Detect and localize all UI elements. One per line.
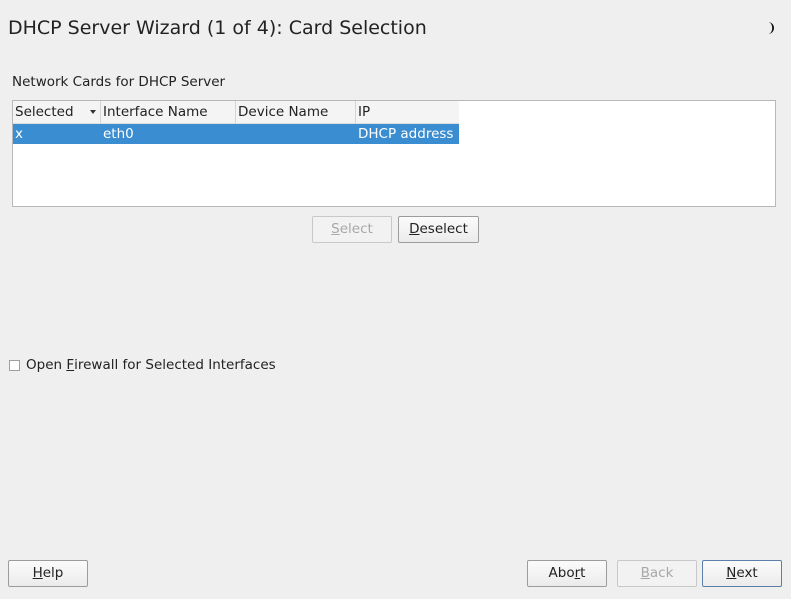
- select-button[interactable]: Select: [312, 216, 392, 243]
- button-label-post: elect: [339, 221, 373, 237]
- button-mnemonic: B: [640, 565, 650, 581]
- network-cards-label: Network Cards for DHCP Server: [12, 74, 226, 90]
- abort-button[interactable]: Abort: [527, 560, 607, 587]
- next-button[interactable]: Next: [702, 560, 782, 587]
- moon-logo-icon: [768, 22, 774, 34]
- button-label-pre: Abo: [548, 565, 575, 581]
- button-mnemonic: H: [32, 565, 43, 581]
- column-header-label: Interface Name: [103, 104, 208, 120]
- button-label-post: t: [580, 565, 586, 581]
- cell-device-name: [236, 124, 356, 144]
- column-header-ip[interactable]: IP: [356, 101, 459, 123]
- table-row[interactable]: x eth0 DHCP address: [13, 124, 459, 144]
- checkbox-mnemonic: F: [66, 357, 75, 373]
- column-header-device-name[interactable]: Device Name: [236, 101, 356, 123]
- button-label-post: elp: [42, 565, 64, 581]
- column-header-label: IP: [358, 104, 371, 120]
- button-mnemonic: N: [726, 565, 737, 581]
- cell-selected: x: [15, 126, 23, 142]
- button-label-post: ack: [649, 565, 674, 581]
- open-firewall-checkbox[interactable]: [9, 359, 20, 371]
- open-firewall-option[interactable]: Open Firewall for Selected Interfaces: [9, 357, 276, 373]
- column-header-label: Device Name: [238, 104, 329, 120]
- help-button[interactable]: Help: [8, 560, 88, 587]
- button-label-post: eselect: [419, 221, 468, 237]
- sort-down-icon: [90, 110, 96, 114]
- button-label-post: ext: [736, 565, 758, 581]
- cell-ip: DHCP address: [358, 126, 454, 142]
- button-mnemonic: S: [331, 221, 340, 237]
- window-title: DHCP Server Wizard (1 of 4): Card Select…: [8, 17, 427, 39]
- button-mnemonic: D: [409, 221, 420, 237]
- table-header: Selected Interface Name Device Name IP: [13, 101, 459, 124]
- column-header-interface-name[interactable]: Interface Name: [101, 101, 236, 123]
- network-cards-table[interactable]: Selected Interface Name Device Name IP x…: [12, 100, 776, 207]
- back-button[interactable]: Back: [617, 560, 697, 587]
- checkbox-label-post: irewall for Selected Interfaces: [74, 357, 276, 373]
- cell-interface-name: eth0: [103, 126, 134, 142]
- column-header-label: Selected: [15, 104, 74, 120]
- deselect-button[interactable]: Deselect: [398, 216, 479, 243]
- checkbox-label-pre: Open: [26, 357, 67, 373]
- column-header-selected[interactable]: Selected: [13, 101, 101, 123]
